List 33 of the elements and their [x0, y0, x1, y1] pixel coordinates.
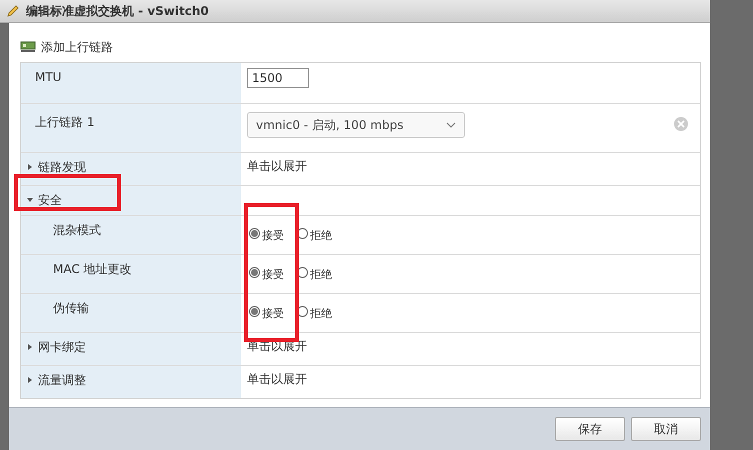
network-card-icon — [20, 41, 36, 53]
section-toggle[interactable]: 网卡绑定 — [38, 339, 86, 355]
radio-label: 拒绝 — [310, 267, 332, 283]
field-label: MTU — [35, 69, 62, 85]
setting-label: MAC 地址更改 — [53, 261, 132, 277]
caret-down-icon[interactable] — [27, 197, 33, 203]
expand-hint: 单击以展开 — [247, 371, 307, 387]
radio-button[interactable] — [249, 228, 260, 239]
caret-right-icon[interactable] — [27, 164, 33, 170]
section-toggle[interactable]: 安全 — [38, 192, 62, 208]
chevron-down-icon — [446, 122, 456, 128]
section-toggle[interactable]: 流量调整 — [38, 372, 86, 388]
radio-label: 接受 — [262, 306, 284, 322]
window-title: 编辑标准虚拟交换机 - vSwitch0 — [26, 2, 209, 20]
mtu-input[interactable]: 1500 — [247, 68, 309, 88]
cancel-button[interactable]: 取消 — [631, 417, 701, 441]
pencil-icon — [6, 4, 20, 18]
radio-label: 接受 — [262, 228, 284, 244]
radio-button[interactable] — [249, 306, 260, 317]
radio-label: 接受 — [262, 267, 284, 283]
field-label: 上行链路 1 — [35, 114, 94, 130]
radio-button[interactable] — [249, 267, 260, 278]
expand-hint: 单击以展开 — [247, 158, 307, 174]
add-uplink-link[interactable]: 添加上行链路 — [20, 35, 700, 59]
setting-label: 混杂模式 — [53, 222, 101, 238]
setting-label: 伪传输 — [53, 300, 89, 316]
caret-right-icon[interactable] — [27, 377, 33, 383]
caret-right-icon[interactable] — [27, 344, 33, 350]
uplink-dropdown[interactable]: vmnic0 - 启动, 100 mbps — [247, 112, 465, 138]
radio-label: 拒绝 — [310, 306, 332, 322]
radio-label: 拒绝 — [310, 228, 332, 244]
section-toggle[interactable]: 链路发现 — [38, 159, 86, 175]
save-button[interactable]: 保存 — [555, 417, 625, 441]
